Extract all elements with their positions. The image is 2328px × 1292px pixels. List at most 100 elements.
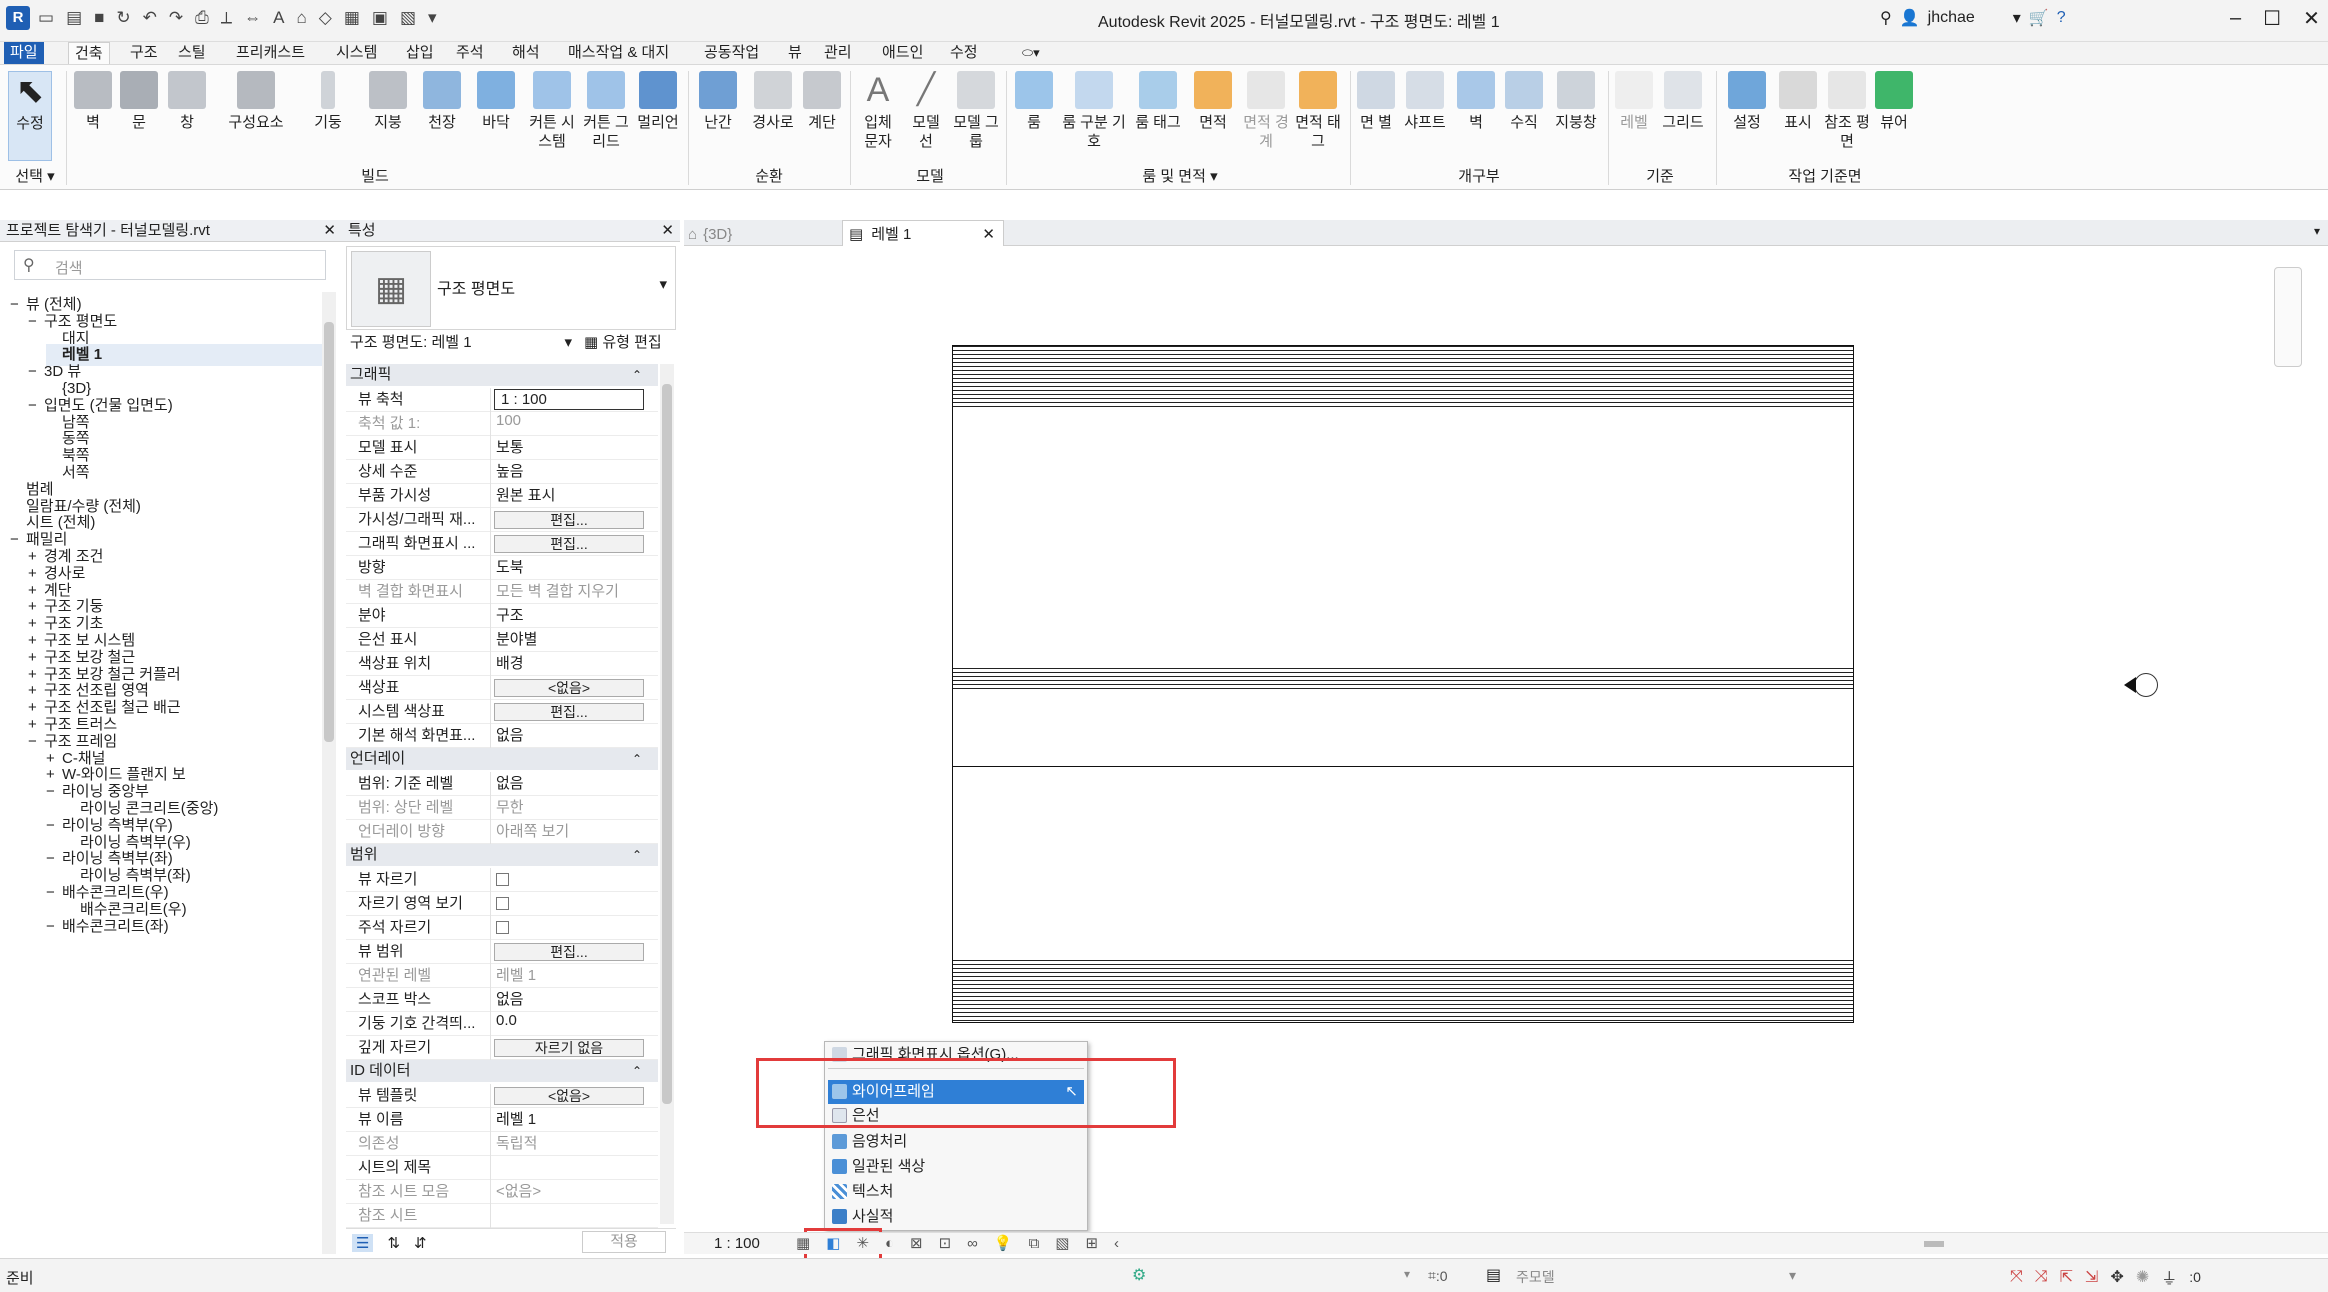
select-by-face-icon[interactable]: ⇲ bbox=[2085, 1267, 2098, 1287]
elevation-marker-icon[interactable] bbox=[2134, 673, 2158, 697]
scroll-thumb[interactable] bbox=[662, 384, 672, 1104]
shaded-item[interactable]: 음영처리 bbox=[828, 1130, 1084, 1154]
property-checkbox[interactable] bbox=[496, 873, 509, 886]
property-edit-button[interactable]: 편집... bbox=[494, 511, 644, 529]
select-links-icon[interactable]: ⤧ bbox=[2010, 1268, 2023, 1286]
property-value[interactable]: 원본 표시 bbox=[496, 484, 555, 505]
properties-section-identity[interactable]: ID 데이터 ⌃ bbox=[346, 1060, 658, 1082]
property-checkbox[interactable] bbox=[496, 921, 509, 934]
properties-section-extents[interactable]: 범위 ⌃ bbox=[346, 844, 658, 866]
property-checkbox[interactable] bbox=[496, 897, 509, 910]
tab-level-1[interactable]: ▤ 레벨 1 ✕ bbox=[842, 220, 1004, 246]
tab-manage[interactable]: 관리 bbox=[818, 42, 858, 64]
workset-icon[interactable]: ⚙ bbox=[1132, 1265, 1146, 1285]
property-value[interactable]: 없음 bbox=[496, 724, 524, 745]
tab-collaborate[interactable]: 공동작업 bbox=[698, 42, 765, 64]
grid-button[interactable]: 그리드 bbox=[1658, 71, 1708, 132]
room-button[interactable]: 룸 bbox=[1012, 71, 1056, 132]
room-tag-button[interactable]: 룸 태그 bbox=[1134, 71, 1182, 132]
group-room-area-label[interactable]: 룸 및 면적 ▾ bbox=[1130, 165, 1230, 186]
constraints-icon[interactable]: ⊞ bbox=[1085, 1234, 1098, 1252]
by-face-button[interactable]: 면 별 bbox=[1356, 71, 1396, 132]
collapse-section-icon[interactable]: ⌃ bbox=[632, 1060, 642, 1082]
property-edit-button[interactable]: 편집... bbox=[494, 943, 644, 961]
user-area[interactable]: ⚲ 👤 jhchae ▾ 🛒 ? bbox=[1880, 8, 2066, 28]
property-edit-button[interactable]: <없음> bbox=[494, 679, 644, 697]
show-crop-icon[interactable]: ⊡ bbox=[939, 1234, 952, 1252]
stair-button[interactable]: 계단 bbox=[800, 71, 844, 132]
drag-elements-icon[interactable]: ✥ bbox=[2110, 1267, 2123, 1287]
textures-item[interactable]: 텍스처 bbox=[828, 1180, 1084, 1204]
set-workplane-button[interactable]: 설정 bbox=[1722, 71, 1772, 132]
model-group-button[interactable]: 모델 그룹 bbox=[952, 71, 1000, 151]
property-edit-button[interactable]: 편집... bbox=[494, 535, 644, 553]
area-button[interactable]: 면적 bbox=[1188, 71, 1238, 132]
reveal-hidden-icon[interactable]: 💡 bbox=[994, 1234, 1013, 1252]
collapse-section-icon[interactable]: ⌃ bbox=[632, 748, 642, 770]
property-value[interactable]: <없음> bbox=[496, 1180, 541, 1201]
tab-modify[interactable]: 수정 bbox=[944, 42, 984, 64]
detail-level-icon[interactable]: ▦ bbox=[796, 1234, 810, 1252]
viewer-button[interactable]: 뷰어 bbox=[1872, 71, 1916, 132]
select-pinned-icon[interactable]: ⇱ bbox=[2060, 1267, 2073, 1287]
show-workplane-button[interactable]: 표시 bbox=[1776, 71, 1820, 132]
sort-desc-icon[interactable]: ⇵ bbox=[414, 1234, 427, 1252]
horizontal-scrollbar[interactable] bbox=[1714, 1239, 2294, 1249]
property-value[interactable]: 모든 벽 결합 지우기 bbox=[496, 580, 619, 601]
maximize-icon[interactable]: ☐ bbox=[2263, 6, 2281, 31]
cart-icon[interactable]: 🛒 bbox=[2029, 8, 2049, 28]
ribbon-toggle-icon[interactable]: ⬭▾ bbox=[1016, 42, 1046, 64]
property-value[interactable]: 100 bbox=[496, 412, 521, 429]
collapse-section-icon[interactable]: ⌃ bbox=[632, 844, 642, 866]
minimize-icon[interactable]: – bbox=[2230, 7, 2241, 30]
collapse-section-icon[interactable]: ⌃ bbox=[632, 364, 642, 386]
tab-3d-view[interactable]: ⌂ {3D} bbox=[688, 222, 838, 246]
property-value[interactable]: 도북 bbox=[496, 556, 524, 577]
crop-view-icon[interactable]: ⊠ bbox=[910, 1234, 923, 1252]
realistic-item[interactable]: 사실적 bbox=[828, 1205, 1084, 1229]
property-value[interactable]: 레벨 1 bbox=[496, 964, 536, 985]
property-value[interactable]: 독립적 bbox=[496, 1132, 537, 1153]
property-value[interactable]: 없음 bbox=[496, 988, 524, 1009]
property-value[interactable]: 배경 bbox=[496, 652, 524, 673]
tab-addins[interactable]: 애드인 bbox=[876, 42, 929, 64]
property-value[interactable]: 레벨 1 bbox=[496, 1108, 536, 1129]
binoculars-icon[interactable]: ⚲ bbox=[1880, 8, 1892, 28]
navigation-bar[interactable] bbox=[2274, 267, 2302, 367]
close-icon[interactable]: ✕ bbox=[2303, 6, 2320, 31]
properties-section-underlay[interactable]: 언더레이 ⌃ bbox=[346, 748, 658, 770]
vertical-button[interactable]: 수직 bbox=[1502, 71, 1546, 132]
properties-section-graphics[interactable]: 그래픽 ⌃ bbox=[346, 364, 658, 386]
model-line-button[interactable]: ╱ 모델 선 bbox=[904, 71, 948, 151]
property-value[interactable]: 높음 bbox=[496, 460, 524, 481]
ramp-button[interactable]: 경사로 bbox=[750, 71, 796, 132]
help-icon[interactable]: ? bbox=[2057, 9, 2066, 27]
filter-icon[interactable]: ⏚ bbox=[2161, 1265, 2177, 1289]
level-button[interactable]: 레벨 bbox=[1612, 71, 1656, 132]
apply-button[interactable]: 적용 bbox=[582, 1231, 666, 1253]
property-value[interactable]: 보통 bbox=[496, 436, 524, 457]
property-value[interactable]: 아래쪽 보기 bbox=[496, 820, 569, 841]
chevron-down-icon[interactable]: ▾ bbox=[1404, 1267, 1410, 1281]
design-options-icon[interactable]: ▤ bbox=[1486, 1265, 1501, 1285]
property-value[interactable]: 0.0 bbox=[496, 1012, 517, 1029]
property-edit-button[interactable]: <없음> bbox=[494, 1087, 644, 1105]
view-scale[interactable]: 1 : 100 bbox=[714, 1235, 760, 1252]
room-separator-button[interactable]: 룸 구분 기호 bbox=[1056, 71, 1132, 151]
dormer-button[interactable]: 지붕창 bbox=[1548, 71, 1604, 132]
close-icon[interactable]: ✕ bbox=[982, 225, 995, 243]
collapse-icon[interactable]: ‹ bbox=[1114, 1235, 1119, 1252]
tab-view[interactable]: 뷰 bbox=[782, 42, 808, 64]
sun-path-icon[interactable]: ✳ bbox=[856, 1234, 869, 1252]
properties-scrollbar[interactable] bbox=[660, 364, 674, 1224]
select-underlay-icon[interactable]: ⤨ bbox=[2035, 1268, 2048, 1286]
sort-asc-icon[interactable]: ⇅ bbox=[387, 1234, 400, 1252]
analytical-model-icon[interactable]: ▧ bbox=[1055, 1234, 1069, 1252]
property-value[interactable]: 분야별 bbox=[496, 628, 537, 649]
property-edit-button[interactable]: 자르기 없음 bbox=[494, 1039, 644, 1057]
temporary-view-properties-icon[interactable]: ⧉ bbox=[1029, 1235, 1040, 1252]
area-tag-button[interactable]: 면적 태그 bbox=[1292, 71, 1344, 151]
property-value[interactable]: 무한 bbox=[496, 796, 524, 817]
canvas-vertical-scrollbar[interactable] bbox=[2300, 257, 2312, 1227]
railing-button[interactable]: 난간 bbox=[696, 71, 740, 132]
